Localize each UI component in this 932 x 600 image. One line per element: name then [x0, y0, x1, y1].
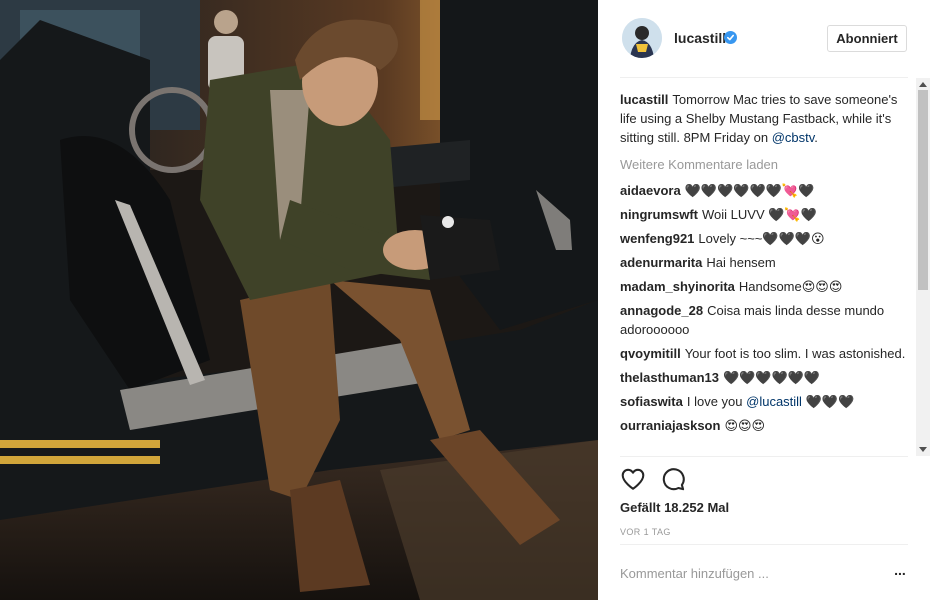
avatar[interactable]	[622, 18, 662, 58]
comment-text: Lovely ~~~🖤🖤🖤😮	[698, 231, 825, 246]
following-button[interactable]: Abonniert	[827, 25, 907, 52]
more-options-icon[interactable]: ...	[892, 563, 908, 581]
heart-outline-icon[interactable]	[620, 466, 648, 494]
comment-input[interactable]	[620, 562, 870, 584]
comment-item: ourraniajaskson 😍😍😍	[620, 416, 910, 435]
comment-text: 🖤🖤🖤🖤🖤🖤💘🖤	[684, 183, 815, 198]
comment-username[interactable]: ourraniajaskson	[620, 418, 720, 433]
post-photo[interactable]	[0, 0, 598, 600]
comment-text: Handsome😍😍😍	[738, 279, 843, 294]
comment-item: ningrumswft Woii LUVV 🖤💘🖤	[620, 205, 910, 224]
post-timestamp: VOR 1 TAG	[620, 527, 671, 537]
comment-username[interactable]: adenurmarita	[620, 255, 702, 270]
comment-username[interactable]: wenfeng921	[620, 231, 694, 246]
comment-text-after: 🖤🖤🖤	[801, 394, 855, 409]
input-divider	[620, 544, 908, 545]
post-caption: lucastill Tomorrow Mac tries to save some…	[620, 90, 910, 147]
comment-username[interactable]: aidaevora	[620, 183, 681, 198]
post-sidebar: lucastill Abonniert lucastill Tomorrow Ma…	[598, 0, 932, 600]
comment-username[interactable]: qvoymitill	[620, 346, 681, 361]
comment-text: 😍😍😍	[724, 418, 766, 433]
comments-list: lucastill Tomorrow Mac tries to save some…	[620, 88, 910, 453]
comment-item: annagode_28 Coisa mais linda desse mundo …	[620, 301, 910, 339]
caption-username[interactable]: lucastill	[620, 92, 668, 107]
comment-username[interactable]: annagode_28	[620, 303, 703, 318]
verified-badge-icon	[724, 31, 737, 44]
comment-text: 🖤🖤🖤🖤🖤🖤	[722, 370, 821, 385]
comment-item: aidaevora 🖤🖤🖤🖤🖤🖤💘🖤	[620, 181, 910, 200]
like-count[interactable]: Gefällt 18.252 Mal	[620, 500, 729, 515]
comment-item: wenfeng921 Lovely ~~~🖤🖤🖤😮	[620, 229, 910, 248]
comment-item: madam_shyinorita Handsome😍😍😍	[620, 277, 910, 296]
comment-text: Your foot is too slim. I was astonished.	[684, 346, 906, 361]
caption-end: .	[814, 130, 818, 145]
comment-username[interactable]: sofiaswita	[620, 394, 683, 409]
comment-text: I love you	[686, 394, 747, 409]
comment-item: sofiaswita I love you @lucastill 🖤🖤🖤	[620, 392, 910, 411]
caption-mention[interactable]: @cbstv	[772, 130, 815, 145]
comment-mention[interactable]: @lucastill	[746, 394, 802, 409]
comment-username[interactable]: madam_shyinorita	[620, 279, 735, 294]
scroll-down-icon[interactable]	[919, 447, 927, 452]
post-header: lucastill Abonniert	[598, 0, 932, 77]
comment-item: adenurmarita Hai hensem	[620, 253, 910, 272]
actions-divider	[620, 456, 908, 457]
post-username[interactable]: lucastill	[674, 30, 726, 46]
comment-text: Woii LUVV 🖤💘🖤	[702, 207, 817, 222]
comment-text: Hai hensem	[706, 255, 776, 270]
load-more-comments-link[interactable]: Weitere Kommentare laden	[620, 155, 910, 174]
comment-item: thelasthuman13 🖤🖤🖤🖤🖤🖤	[620, 368, 910, 387]
comments-scrollbar[interactable]	[916, 78, 930, 456]
photo-illustration	[0, 0, 598, 600]
comment-username[interactable]: ningrumswft	[620, 207, 698, 222]
scroll-up-icon[interactable]	[919, 82, 927, 87]
speech-bubble-icon[interactable]	[660, 466, 688, 494]
comment-item: qvoymitill Your foot is too slim. I was a…	[620, 344, 910, 363]
scrollbar-thumb[interactable]	[918, 90, 928, 290]
header-divider	[620, 77, 908, 78]
comment-username[interactable]: thelasthuman13	[620, 370, 719, 385]
